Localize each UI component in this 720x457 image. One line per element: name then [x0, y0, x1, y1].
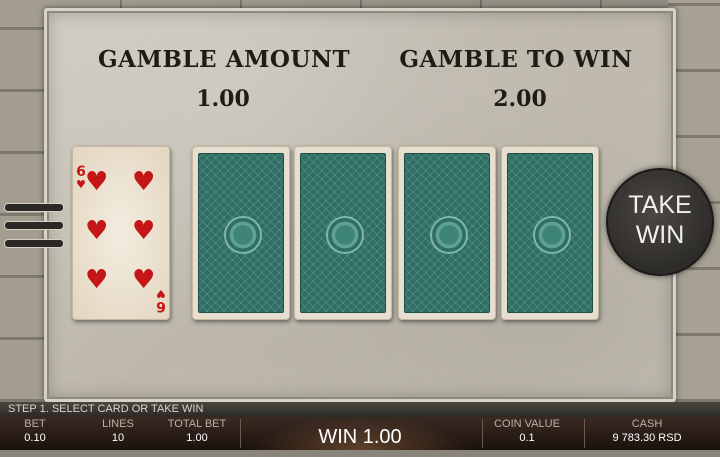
- lines-label: LINES: [102, 418, 134, 430]
- cash-value: 9 783.30 RSD: [612, 432, 682, 444]
- gamble-to-win-value: 2.00: [493, 86, 547, 112]
- divider: [482, 419, 483, 448]
- divider: [584, 419, 585, 448]
- win-amount: WIN 1.00: [250, 417, 470, 450]
- coin-value-value: 0.1: [519, 432, 535, 444]
- card-corner-index-bottom: 6 ♥: [156, 287, 166, 314]
- menu-hamburger-icon[interactable]: [4, 200, 64, 252]
- face-down-card-4[interactable]: [501, 146, 599, 320]
- bet-value: 0.10: [24, 432, 46, 444]
- heart-pip-icon: ♥: [85, 265, 109, 295]
- card-back-emblem-icon: [533, 216, 571, 254]
- dealer-card-six-of-hearts: 6 ♥ 6 ♥ ♥ ♥ ♥ ♥ ♥ ♥: [72, 146, 170, 320]
- total-bet-display: TOTAL BET 1.00: [160, 417, 234, 450]
- take-win-label-line1: TAKE: [628, 191, 692, 219]
- card-back-emblem-icon: [326, 216, 364, 254]
- step-instruction: STEP 1. SELECT CARD OR TAKE WIN: [0, 402, 720, 417]
- face-down-card-1[interactable]: [192, 146, 290, 320]
- take-win-label-line2: WIN: [635, 221, 685, 249]
- heart-pip-icon: ♥: [85, 167, 109, 197]
- card-suit-symbol: ♥: [156, 287, 166, 300]
- menu-bar: [4, 221, 64, 230]
- card-rank: 6: [156, 298, 166, 314]
- card-back-emblem-icon: [224, 216, 262, 254]
- heart-pip-icon: ♥: [132, 265, 156, 295]
- heart-pip-icon: ♥: [132, 167, 156, 197]
- gamble-amount-label: GAMBLE AMOUNT: [98, 46, 351, 73]
- bet-display: BET 0.10: [10, 417, 60, 450]
- gamble-to-win-label: GAMBLE TO WIN: [399, 46, 633, 73]
- take-win-button[interactable]: TAKE WIN: [606, 168, 714, 276]
- menu-bar: [4, 239, 64, 248]
- face-down-card-2[interactable]: [294, 146, 392, 320]
- heart-pip-icon: ♥: [132, 216, 156, 246]
- bottom-info-bar: BET 0.10 LINES 10 TOTAL BET 1.00 WIN 1.0…: [0, 417, 720, 450]
- coin-value-label: COIN VALUE: [494, 418, 560, 430]
- cash-label: CASH: [631, 418, 663, 430]
- total-bet-label: TOTAL BET: [167, 418, 227, 430]
- menu-bar: [4, 203, 64, 212]
- lines-value: 10: [111, 432, 125, 444]
- bet-label: BET: [24, 418, 46, 430]
- face-down-card-3[interactable]: [398, 146, 496, 320]
- cash-display: CASH 9 783.30 RSD: [592, 417, 702, 450]
- gamble-amount-value: 1.00: [196, 86, 250, 112]
- lines-display: LINES 10: [90, 417, 146, 450]
- card-back-emblem-icon: [430, 216, 468, 254]
- divider: [240, 419, 241, 448]
- heart-pip-icon: ♥: [85, 216, 109, 246]
- coin-value-display: COIN VALUE 0.1: [486, 417, 568, 450]
- total-bet-value: 1.00: [186, 432, 208, 444]
